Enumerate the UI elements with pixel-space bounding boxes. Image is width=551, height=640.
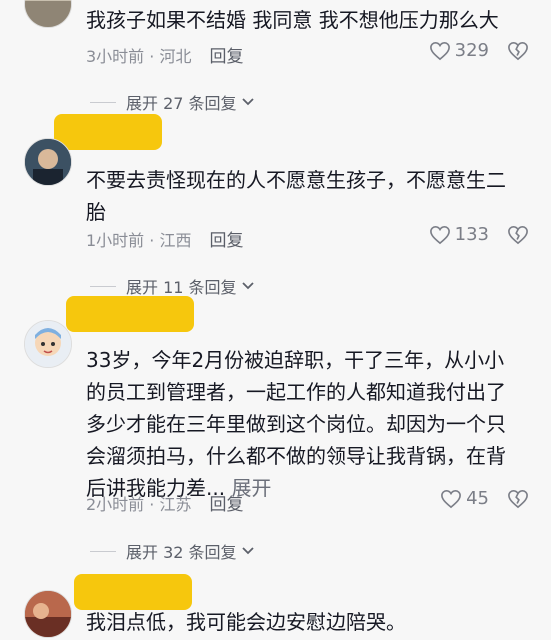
dislike-button[interactable] (507, 41, 529, 65)
divider-line (90, 550, 116, 552)
comment-body: 33岁，今年2月份被迫辞职，干了三年，从小小的员工到管理者，一起工作的人都知道我… (86, 348, 506, 500)
comment-text: 33岁，今年2月份被迫辞职，干了三年，从小小的员工到管理者，一起工作的人都知道我… (86, 344, 523, 504)
expand-replies-button[interactable]: 展开 27 条回复 (90, 90, 255, 114)
user-avatar[interactable] (24, 138, 72, 186)
broken-heart-icon (508, 225, 528, 245)
dislike-button[interactable] (507, 225, 529, 249)
heart-icon (429, 225, 450, 244)
redacted-username (74, 574, 192, 610)
like-button[interactable]: 329 (429, 40, 489, 61)
reply-button[interactable]: 回复 (209, 490, 243, 515)
like-count: 45 (466, 488, 489, 509)
redacted-username (66, 296, 194, 332)
expand-replies-label: 展开 32 条回复 (126, 543, 237, 562)
time-location: 2小时前 · 江苏 (86, 494, 192, 514)
user-avatar[interactable] (24, 590, 72, 638)
expand-replies-label: 展开 27 条回复 (126, 94, 237, 113)
user-avatar[interactable] (24, 0, 72, 28)
chevron-down-icon (241, 547, 254, 555)
time-location: 3小时前 · 河北 (86, 46, 192, 66)
heart-icon (429, 41, 450, 60)
like-button[interactable]: 45 (440, 488, 489, 509)
comment-meta: 1小时前 · 江西 回复 (86, 226, 243, 252)
expand-replies-label: 展开 11 条回复 (126, 278, 237, 297)
heart-icon (441, 489, 462, 508)
expand-replies-button[interactable]: 展开 32 条回复 (90, 539, 255, 563)
reply-button[interactable]: 回复 (209, 226, 243, 251)
comment-text: 不要去责怪现在的人不愿意生孩子，不愿意生二胎 (86, 168, 506, 224)
chevron-down-icon (241, 98, 254, 106)
user-avatar[interactable] (24, 320, 72, 368)
expand-replies-button[interactable]: 展开 11 条回复 (90, 274, 255, 298)
comment-meta: 3小时前 · 河北 回复 (86, 42, 243, 68)
comment-text: 我孩子如果不结婚 我同意 我不想他压力那么大 (86, 8, 499, 32)
divider-line (90, 285, 116, 287)
redacted-username (54, 114, 162, 150)
comment-meta: 2小时前 · 江苏 回复 (86, 490, 243, 516)
divider-line (90, 101, 116, 103)
broken-heart-icon (508, 489, 528, 509)
broken-heart-icon (508, 41, 528, 61)
like-count: 329 (454, 40, 489, 61)
chevron-down-icon (241, 282, 254, 290)
comment-text: 我泪点低，我可能会边安慰边陪哭。 (86, 610, 406, 634)
time-location: 1小时前 · 江西 (86, 230, 192, 250)
reply-button[interactable]: 回复 (209, 42, 243, 67)
like-count: 133 (454, 224, 489, 245)
dislike-button[interactable] (507, 489, 529, 513)
like-button[interactable]: 133 (429, 224, 489, 245)
